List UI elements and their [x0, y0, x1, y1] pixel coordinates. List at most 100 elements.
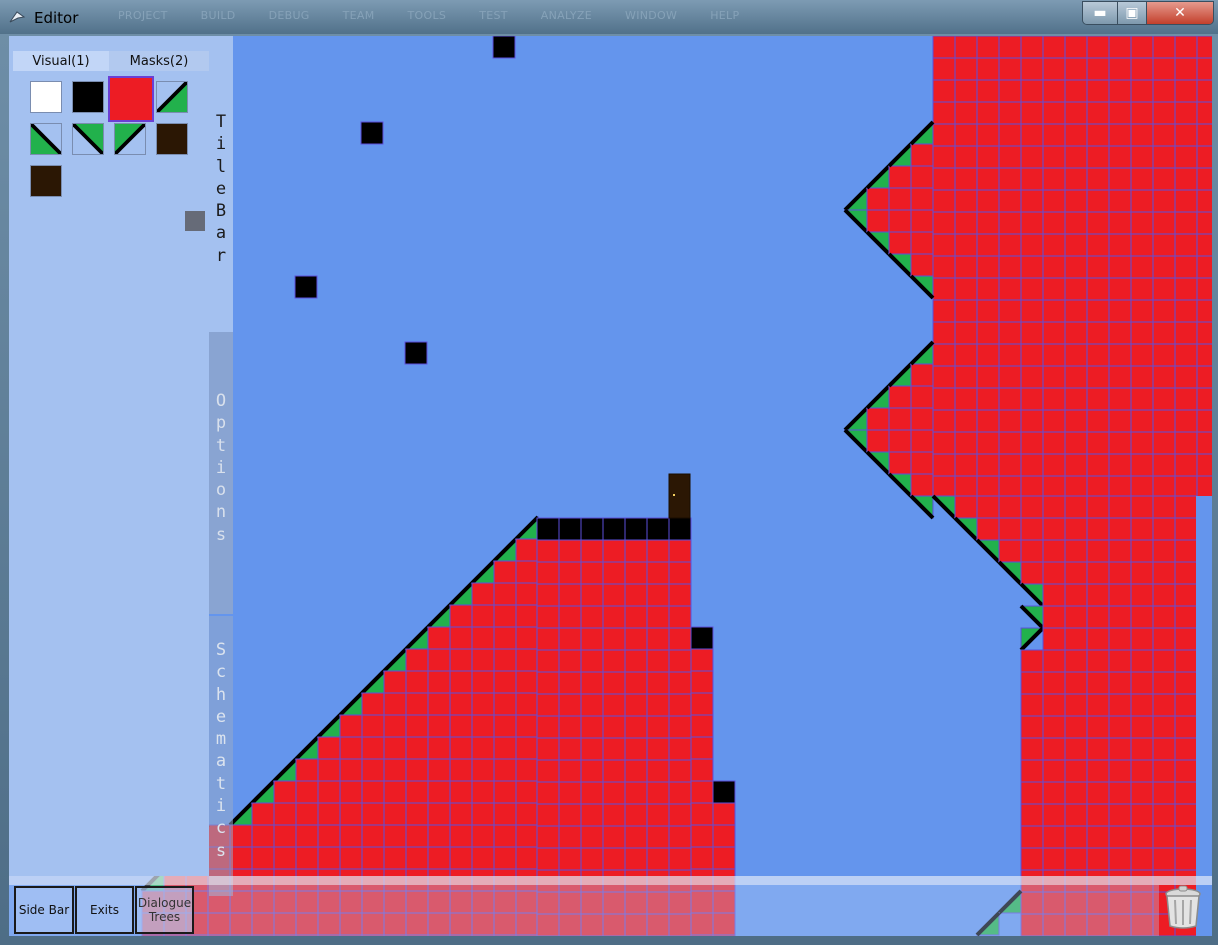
block-tile	[712, 780, 736, 804]
swatch-brown-tile-alt[interactable]	[30, 165, 62, 197]
swatch-red-tile[interactable]	[108, 76, 154, 122]
solid-tile	[383, 846, 407, 870]
solid-tile	[1196, 431, 1212, 455]
solid-tile	[1108, 847, 1132, 871]
close-button[interactable]: ✕	[1147, 2, 1213, 24]
solid-tile	[1064, 825, 1088, 849]
solid-tile	[1042, 495, 1066, 519]
swatch-slope-down-green[interactable]	[29, 122, 63, 156]
solid-tile	[449, 604, 473, 628]
menu-analyze[interactable]: ANALYZE	[541, 9, 592, 22]
solid-tile	[954, 495, 978, 519]
swatch-slope-up-green[interactable]	[155, 80, 189, 114]
menu-help[interactable]: HELP	[710, 9, 739, 22]
swatch-slope-down-green-alt[interactable]	[71, 122, 105, 156]
solid-tile	[1086, 365, 1110, 389]
vtab-letter: s	[215, 840, 227, 861]
tab-options[interactable]: Options	[209, 332, 233, 614]
solid-tile	[493, 802, 517, 826]
solid-tile	[493, 670, 517, 694]
menu-build[interactable]: BUILD	[201, 9, 236, 22]
menu-debug[interactable]: DEBUG	[269, 9, 310, 22]
solid-tile	[558, 759, 582, 783]
solid-tile	[1064, 277, 1088, 301]
solid-tile	[471, 802, 495, 826]
solid-tile	[1174, 211, 1198, 235]
solid-tile	[976, 431, 1000, 455]
tab-visual[interactable]: Visual(1)	[13, 51, 109, 71]
solid-tile	[1020, 671, 1044, 695]
solid-tile	[1086, 759, 1110, 783]
tab-schematics[interactable]: Schematics	[209, 616, 233, 896]
solid-tile	[1042, 101, 1066, 125]
menu-project[interactable]: PROJECT	[118, 9, 168, 22]
exits-button[interactable]: Exits	[75, 886, 134, 934]
solid-tile	[998, 321, 1022, 345]
maximize-button[interactable]: ▣	[1118, 2, 1147, 24]
tab-masks[interactable]: Masks(2)	[109, 51, 209, 71]
solid-tile	[866, 407, 890, 431]
solid-tile	[1020, 277, 1044, 301]
swatch-white-tile[interactable]	[30, 81, 62, 113]
solid-tile	[558, 605, 582, 629]
solid-tile	[515, 648, 539, 672]
swatch-black-tile[interactable]	[72, 81, 104, 113]
solid-tile	[954, 299, 978, 323]
swatch-slope-up-green-alt[interactable]	[113, 122, 147, 156]
solid-tile	[229, 824, 253, 848]
solid-tile	[1042, 715, 1066, 739]
palette-scroll-handle[interactable]	[185, 211, 205, 231]
solid-tile	[910, 385, 934, 409]
menu-bar: PROJECT BUILD DEBUG TEAM TOOLS TEST ANAL…	[118, 9, 772, 22]
solid-tile	[1042, 431, 1066, 455]
solid-tile	[602, 737, 626, 761]
title-bar[interactable]: Editor PROJECT BUILD DEBUG TEAM TOOLS TE…	[0, 0, 1218, 34]
solid-tile	[1064, 233, 1088, 257]
solid-tile	[1108, 189, 1132, 213]
solid-tile	[1020, 803, 1044, 827]
solid-tile	[449, 780, 473, 804]
menu-test[interactable]: TEST	[479, 9, 508, 22]
solid-tile	[1042, 255, 1066, 279]
vtab-letter: e	[215, 178, 227, 199]
solid-tile	[558, 781, 582, 805]
side-bar-button[interactable]: Side Bar	[14, 886, 74, 934]
solid-tile	[954, 101, 978, 125]
solid-tile	[1130, 627, 1154, 651]
menu-tools[interactable]: TOOLS	[408, 9, 447, 22]
solid-tile	[1130, 299, 1154, 323]
solid-tile	[1042, 387, 1066, 411]
solid-tile	[493, 736, 517, 760]
solid-tile	[405, 780, 429, 804]
menu-window[interactable]: WINDOW	[625, 9, 677, 22]
solid-tile	[1108, 715, 1132, 739]
dialogue-trees-button[interactable]: Dialogue Trees	[135, 886, 194, 934]
minimize-button[interactable]: ▬	[1083, 2, 1118, 24]
solid-tile	[1064, 737, 1088, 761]
solid-tile	[602, 649, 626, 673]
solid-tile	[383, 736, 407, 760]
solid-tile	[383, 692, 407, 716]
vtab-letter: t	[215, 773, 227, 794]
solid-tile	[1064, 365, 1088, 389]
bottom-bar: Side Bar Exits Dialogue Trees	[9, 876, 1212, 936]
solid-tile	[976, 409, 1000, 433]
solid-tile	[405, 692, 429, 716]
solid-tile	[602, 671, 626, 695]
solid-tile	[1152, 561, 1176, 585]
solid-tile	[1152, 517, 1176, 541]
swatch-brown-tile[interactable]	[156, 123, 188, 155]
vtab-letter: T	[215, 112, 227, 132]
menu-team[interactable]: TEAM	[343, 9, 375, 22]
solid-tile	[1020, 475, 1044, 499]
solid-tile	[1020, 145, 1044, 169]
solid-tile	[1130, 123, 1154, 147]
solid-tile	[1174, 495, 1198, 519]
tab-tilebar[interactable]: TileBar	[209, 36, 233, 332]
solid-tile	[998, 189, 1022, 213]
solid-tile	[449, 758, 473, 782]
solid-tile	[1108, 233, 1132, 257]
solid-tile	[1196, 321, 1212, 345]
block-tile	[536, 517, 560, 541]
trash-icon[interactable]	[1161, 884, 1205, 930]
